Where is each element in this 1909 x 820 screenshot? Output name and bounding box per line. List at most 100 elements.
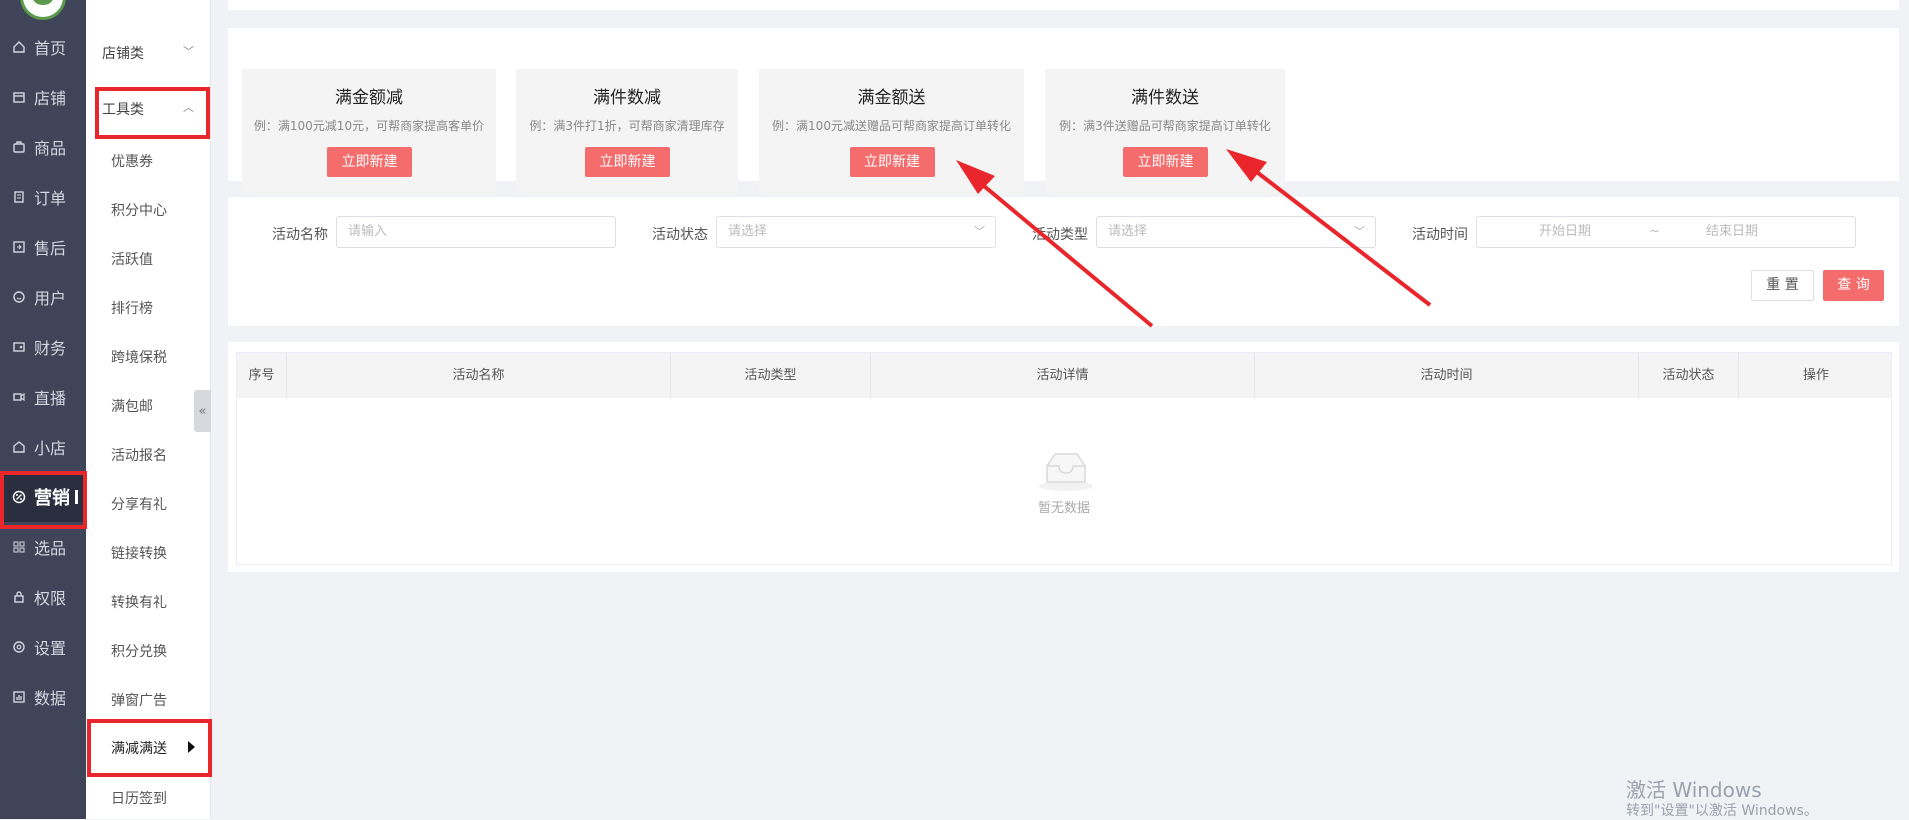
submenu-item-free-shipping[interactable]: 满包邮 xyxy=(111,396,153,416)
caret-right-icon xyxy=(188,741,195,753)
nav-item-aftersale[interactable]: 售后 xyxy=(0,222,86,272)
submenu-group-label: 店铺类 xyxy=(102,46,144,62)
range-separator: ~ xyxy=(1649,224,1660,239)
nav-item-data[interactable]: 数据 xyxy=(0,672,86,722)
windows-activation-hint: 转到"设置"以激活 Windows。 xyxy=(1626,803,1818,819)
home-icon xyxy=(12,40,26,54)
user-icon xyxy=(12,290,26,304)
chevron-up-icon: ︿ xyxy=(183,101,194,114)
nav-item-settings[interactable]: 设置 xyxy=(0,622,86,672)
sub-menu: 店铺类 ﹀ 工具类 ︿ 优惠券 积分中心 活跃值 排行榜 跨境保税 满包邮 活动… xyxy=(86,0,211,819)
activity-status-select[interactable]: 请选择 ﹀ xyxy=(716,216,996,248)
select-icon xyxy=(12,540,26,554)
collapse-sidebar-button[interactable]: « xyxy=(194,390,211,432)
nav-label: 售后 xyxy=(34,239,67,258)
submenu-item-points-center[interactable]: 积分中心 xyxy=(111,200,167,220)
windows-activation-watermark: 激活 Windows xyxy=(1626,778,1762,802)
nav-item-home[interactable]: 首页 xyxy=(0,22,86,72)
card-title: 满金额送 xyxy=(857,88,926,108)
activity-time-range[interactable]: 开始日期 ~ 结束日期 xyxy=(1476,216,1856,248)
submenu-item-activity-signup[interactable]: 活动报名 xyxy=(111,445,167,465)
nav-label: 首页 xyxy=(34,39,67,58)
finance-icon xyxy=(12,340,26,354)
card-title: 满件数减 xyxy=(593,88,661,108)
marketing-icon xyxy=(12,490,26,504)
order-icon xyxy=(12,190,26,204)
chevron-down-icon: ﹀ xyxy=(974,225,985,238)
submenu-item-points-exchange[interactable]: 积分兑换 xyxy=(111,641,167,661)
top-strip xyxy=(228,0,1899,10)
nav-item-permission[interactable]: 权限 xyxy=(0,572,86,622)
aftersale-icon xyxy=(12,240,26,254)
submenu-item-activity-value[interactable]: 活跃值 xyxy=(111,249,153,269)
create-now-button[interactable]: 立即新建 xyxy=(327,147,412,177)
nav-item-marketing[interactable]: 营销 xyxy=(0,472,86,522)
goods-icon xyxy=(12,140,26,154)
chevron-down-icon: ﹀ xyxy=(1354,225,1365,238)
chevron-down-icon: ﹀ xyxy=(183,45,194,58)
card-desc: 例：满3件打1折，可帮商家清理库存 xyxy=(529,119,725,133)
reset-button[interactable]: 重 置 xyxy=(1751,270,1814,301)
nav-item-finance[interactable]: 财务 xyxy=(0,322,86,372)
nav-label: 用户 xyxy=(34,289,67,308)
empty-inbox-icon xyxy=(1037,448,1095,496)
template-card: 满金额减 例：满100元减10元，可帮商家提高客单价 立即新建 xyxy=(242,69,496,193)
submenu-item-full-reduction[interactable]: 满减满送 xyxy=(89,727,203,769)
select-placeholder: 请选择 xyxy=(728,224,768,239)
nav-item-order[interactable]: 订单 xyxy=(0,172,86,222)
submenu-group-shop[interactable]: 店铺类 ﹀ xyxy=(102,43,202,63)
card-desc: 例：满100元减送赠品可帮商家提高订单转化 xyxy=(772,119,1011,133)
table-header: 序号 活动名称 活动类型 活动详情 活动时间 活动状态 操作 xyxy=(237,353,1891,398)
submenu-group-tools[interactable]: 工具类 ︿ xyxy=(102,99,202,119)
column-header: 活动详情 xyxy=(871,353,1255,398)
submenu-item-cross-border[interactable]: 跨境保税 xyxy=(111,347,167,367)
submenu-group-label: 工具类 xyxy=(102,102,144,118)
query-button[interactable]: 查 询 xyxy=(1823,270,1884,301)
nav-label: 订单 xyxy=(34,189,67,208)
template-card: 满件数减 例：满3件打1折，可帮商家清理库存 立即新建 xyxy=(516,69,738,193)
nav-label: 选品 xyxy=(34,539,67,558)
activity-status-label: 活动状态 xyxy=(652,227,708,243)
activity-time-label: 活动时间 xyxy=(1412,227,1468,243)
card-title: 满件数送 xyxy=(1131,88,1199,108)
column-header: 活动名称 xyxy=(287,353,671,398)
nav-item-user[interactable]: 用户 xyxy=(0,272,86,322)
nav-label: 小店 xyxy=(34,439,67,458)
nav-item-select[interactable]: 选品 xyxy=(0,522,86,572)
template-card: 满件数送 例：满3件送赠品可帮商家提高订单转化 立即新建 xyxy=(1045,69,1285,193)
lock-icon xyxy=(12,590,26,604)
main-nav-rail: 首页 店铺 商品 订单 售后 用户 财务 直播 小店 营销 选品 权限 设置 数… xyxy=(0,0,86,819)
template-panel: 满金额减 例：满100元减10元，可帮商家提高客单价 立即新建 满件数减 例：满… xyxy=(228,28,1899,193)
nav-label: 店铺 xyxy=(34,89,67,108)
card-desc: 例：满100元减10元，可帮商家提高客单价 xyxy=(253,119,485,133)
column-header: 操作 xyxy=(1802,368,1829,383)
end-date-placeholder: 结束日期 xyxy=(1706,224,1759,239)
column-header: 活动状态 xyxy=(1639,353,1739,398)
activity-type-label: 活动类型 xyxy=(1032,227,1088,243)
submenu-item-link-convert[interactable]: 链接转换 xyxy=(111,543,167,563)
activity-table: 序号 活动名称 活动类型 活动详情 活动时间 活动状态 操作 暂无数据 xyxy=(236,352,1892,565)
create-now-button[interactable]: 立即新建 xyxy=(585,147,670,177)
empty-text: 暂无数据 xyxy=(1037,501,1090,516)
column-header: 活动时间 xyxy=(1255,353,1639,398)
select-placeholder: 请选择 xyxy=(1108,224,1148,239)
nav-item-live[interactable]: 直播 xyxy=(0,372,86,422)
submenu-item-ranking[interactable]: 排行榜 xyxy=(111,298,153,318)
activity-name-input[interactable]: 请输入 xyxy=(336,216,616,248)
logo xyxy=(20,0,66,20)
nav-item-shop[interactable]: 店铺 xyxy=(0,72,86,122)
submenu-item-calendar-checkin[interactable]: 日历签到 xyxy=(111,788,167,808)
nav-item-goods[interactable]: 商品 xyxy=(0,122,86,172)
nav-label: 财务 xyxy=(34,339,67,358)
template-card: 满金额送 例：满100元减送赠品可帮商家提高订单转化 立即新建 xyxy=(759,69,1024,193)
submenu-item-coupon[interactable]: 优惠券 xyxy=(111,151,153,171)
create-now-button[interactable]: 立即新建 xyxy=(849,147,935,177)
nav-item-store[interactable]: 小店 xyxy=(0,422,86,472)
shop-icon xyxy=(12,90,26,104)
card-desc: 例：满3件送赠品可帮商家提高订单转化 xyxy=(1059,119,1271,133)
submenu-item-popup-ad[interactable]: 弹窗广告 xyxy=(111,690,167,710)
submenu-item-share-gift[interactable]: 分享有礼 xyxy=(111,494,167,514)
create-now-button[interactable]: 立即新建 xyxy=(1123,147,1208,177)
activity-type-select[interactable]: 请选择 ﹀ xyxy=(1096,216,1376,248)
submenu-item-convert-gift[interactable]: 转换有礼 xyxy=(111,592,167,612)
